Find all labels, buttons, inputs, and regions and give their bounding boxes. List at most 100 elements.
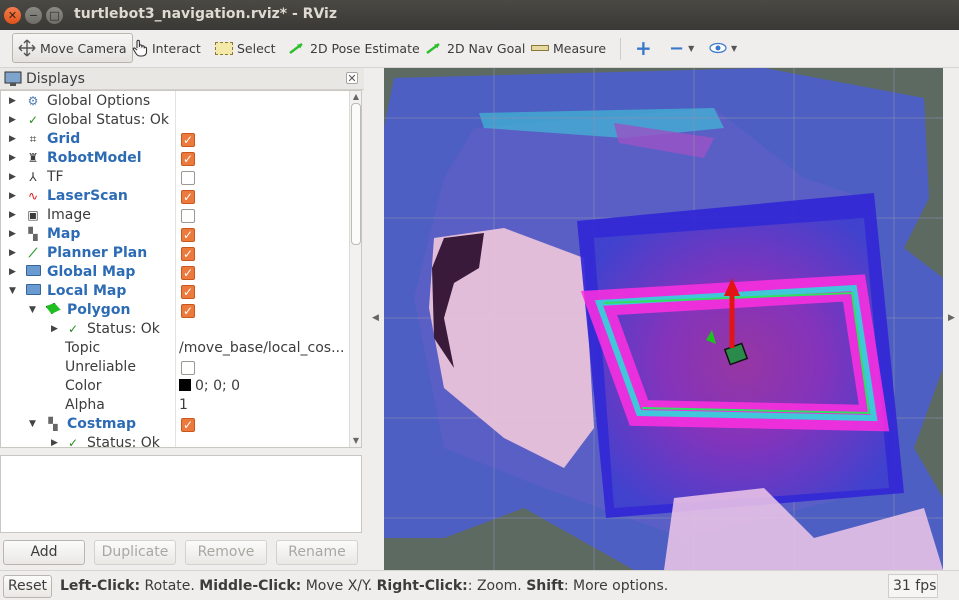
select-box-icon <box>215 41 233 55</box>
robot-icon: ♜ <box>27 151 39 165</box>
tree-row-local-map[interactable]: ▼ Local Map <box>1 282 349 302</box>
map-icon: ▚ <box>28 227 38 241</box>
tree-row-laserscan[interactable]: ▶ ∿ LaserScan <box>1 187 349 207</box>
tree-row-map[interactable]: ▶ ▚ Map <box>1 225 349 245</box>
check-icon: ✓ <box>67 322 79 336</box>
topic-value[interactable]: /move_base/local_cos... <box>179 339 344 358</box>
remove-button[interactable]: Remove <box>185 540 267 565</box>
tree-scrollbar[interactable]: ▲ ▼ <box>349 91 361 447</box>
expand-arrow-icon[interactable]: ▶ <box>9 187 16 206</box>
dropdown-arrow-icon: ▼ <box>731 43 738 53</box>
pose-estimate-tool[interactable]: 2D Pose Estimate <box>283 33 425 63</box>
check-icon: ✓ <box>27 113 39 127</box>
tree-row-costmap-status[interactable]: ▶ ✓ Status: Ok <box>1 434 349 447</box>
polygon-checkbox[interactable] <box>181 302 195 321</box>
tree-row-grid[interactable]: ▶ ⌗ Grid <box>1 130 349 150</box>
remove-tool-button[interactable]: − ▼ <box>664 33 699 63</box>
expand-arrow-icon[interactable]: ▶ <box>51 434 58 447</box>
tree-row-tf[interactable]: ▶ ⅄ TF <box>1 168 349 187</box>
minimize-window-button[interactable]: − <box>25 7 42 24</box>
displays-title: Displays <box>26 71 85 87</box>
collapse-arrow-icon[interactable]: ▼ <box>9 282 16 301</box>
tree-row-global-status[interactable]: ▶ ✓ Global Status: Ok <box>1 111 349 130</box>
render-viewport[interactable] <box>384 68 943 570</box>
tree-row-robotmodel[interactable]: ▶ ♜ RobotModel <box>1 149 349 169</box>
color-swatch <box>179 379 191 391</box>
tree-row-image[interactable]: ▶ ▣ Image <box>1 206 349 225</box>
select-tool[interactable]: Select <box>210 33 281 63</box>
close-window-button[interactable]: ✕ <box>4 7 21 24</box>
tree-row-planner-plan[interactable]: ▶ ⟋ Planner Plan <box>1 244 349 264</box>
toolbar-separator <box>620 38 621 60</box>
expand-arrow-icon[interactable]: ▶ <box>9 149 16 168</box>
scroll-up-arrow-icon[interactable]: ▲ <box>350 91 361 103</box>
tree-row-global-options[interactable]: ▶ ⚙ Global Options <box>1 92 349 111</box>
maximize-window-button[interactable]: □ <box>46 7 63 24</box>
collapse-left-arrow-icon[interactable]: ◀ <box>372 313 379 323</box>
expand-arrow-icon[interactable]: ▶ <box>9 225 16 244</box>
map-icon: ▚ <box>48 417 58 431</box>
view-options-button[interactable]: ▼ <box>704 33 742 63</box>
expand-arrow-icon[interactable]: ▶ <box>51 320 58 339</box>
folder-icon <box>25 265 41 280</box>
image-icon: ▣ <box>27 208 39 222</box>
duplicate-button[interactable]: Duplicate <box>94 540 176 565</box>
image-checkbox[interactable] <box>181 209 195 223</box>
alpha-value[interactable]: 1 <box>179 396 188 415</box>
tree-row-unreliable[interactable]: Unreliable <box>1 358 349 377</box>
unreliable-checkbox[interactable] <box>181 361 195 375</box>
grid-checkbox[interactable] <box>181 131 195 150</box>
close-panel-button[interactable]: ✕ <box>346 72 358 84</box>
tf-checkbox[interactable] <box>181 171 195 185</box>
scroll-down-arrow-icon[interactable]: ▼ <box>350 435 361 447</box>
expand-arrow-icon[interactable]: ▶ <box>9 244 16 263</box>
add-button[interactable]: Add <box>3 540 85 565</box>
monitor-icon <box>4 71 22 86</box>
eye-icon <box>709 42 727 54</box>
collapse-arrow-icon[interactable]: ▼ <box>29 415 36 434</box>
plus-icon: + <box>635 36 652 60</box>
path-icon: ⟋ <box>28 246 38 260</box>
planner-plan-checkbox[interactable] <box>181 245 195 264</box>
add-tool-button[interactable]: + <box>630 33 657 63</box>
minus-icon: − <box>669 37 685 59</box>
status-bar: Reset Left-Click: Rotate. Middle-Click: … <box>0 570 959 600</box>
reset-button[interactable]: Reset <box>3 575 52 598</box>
global-map-checkbox[interactable] <box>181 264 195 283</box>
collapse-right-arrow-icon[interactable]: ▶ <box>948 313 955 323</box>
tree-row-polygon[interactable]: ▼ Polygon <box>1 301 349 321</box>
nav-goal-tool[interactable]: 2D Nav Goal <box>420 33 530 63</box>
fps-counter: 31 fps <box>888 574 938 598</box>
display-description-box <box>0 455 362 533</box>
scrollbar-thumb[interactable] <box>351 103 361 245</box>
map-checkbox[interactable] <box>181 226 195 245</box>
tree-row-costmap[interactable]: ▼ ▚ Costmap <box>1 415 349 435</box>
local-map-checkbox[interactable] <box>181 283 195 302</box>
costmap-checkbox[interactable] <box>181 416 195 435</box>
dropdown-arrow-icon: ▼ <box>688 43 695 53</box>
green-arrow-icon <box>426 43 440 54</box>
tree-row-color[interactable]: Color 0; 0; 0 <box>1 377 349 396</box>
expand-arrow-icon[interactable]: ▶ <box>9 111 16 130</box>
tree-row-alpha[interactable]: Alpha 1 <box>1 396 349 415</box>
interact-tool[interactable]: Interact <box>127 33 206 63</box>
window-title: turtlebot3_navigation.rviz* - RViz <box>74 6 337 22</box>
tree-row-topic[interactable]: Topic /move_base/local_cos... <box>1 339 349 358</box>
expand-arrow-icon[interactable]: ▶ <box>9 168 16 187</box>
axes-icon: ⅄ <box>29 170 37 184</box>
laserscan-checkbox[interactable] <box>181 188 195 207</box>
grid-icon: ⌗ <box>29 132 37 146</box>
expand-arrow-icon[interactable]: ▶ <box>9 263 16 282</box>
tree-row-polygon-status[interactable]: ▶ ✓ Status: Ok <box>1 320 349 339</box>
tree-row-global-map[interactable]: ▶ Global Map <box>1 263 349 283</box>
collapse-arrow-icon[interactable]: ▼ <box>29 301 36 320</box>
rename-button[interactable]: Rename <box>276 540 358 565</box>
color-value[interactable]: 0; 0; 0 <box>179 377 240 396</box>
expand-arrow-icon[interactable]: ▶ <box>9 206 16 225</box>
expand-arrow-icon[interactable]: ▶ <box>9 92 16 111</box>
robotmodel-checkbox[interactable] <box>181 150 195 169</box>
expand-arrow-icon[interactable]: ▶ <box>9 130 16 149</box>
measure-tool[interactable]: Measure <box>526 33 611 63</box>
move-camera-tool[interactable]: Move Camera <box>12 33 133 63</box>
mouse-hint-text: Left-Click: Rotate. Middle-Click: Move X… <box>60 578 669 594</box>
